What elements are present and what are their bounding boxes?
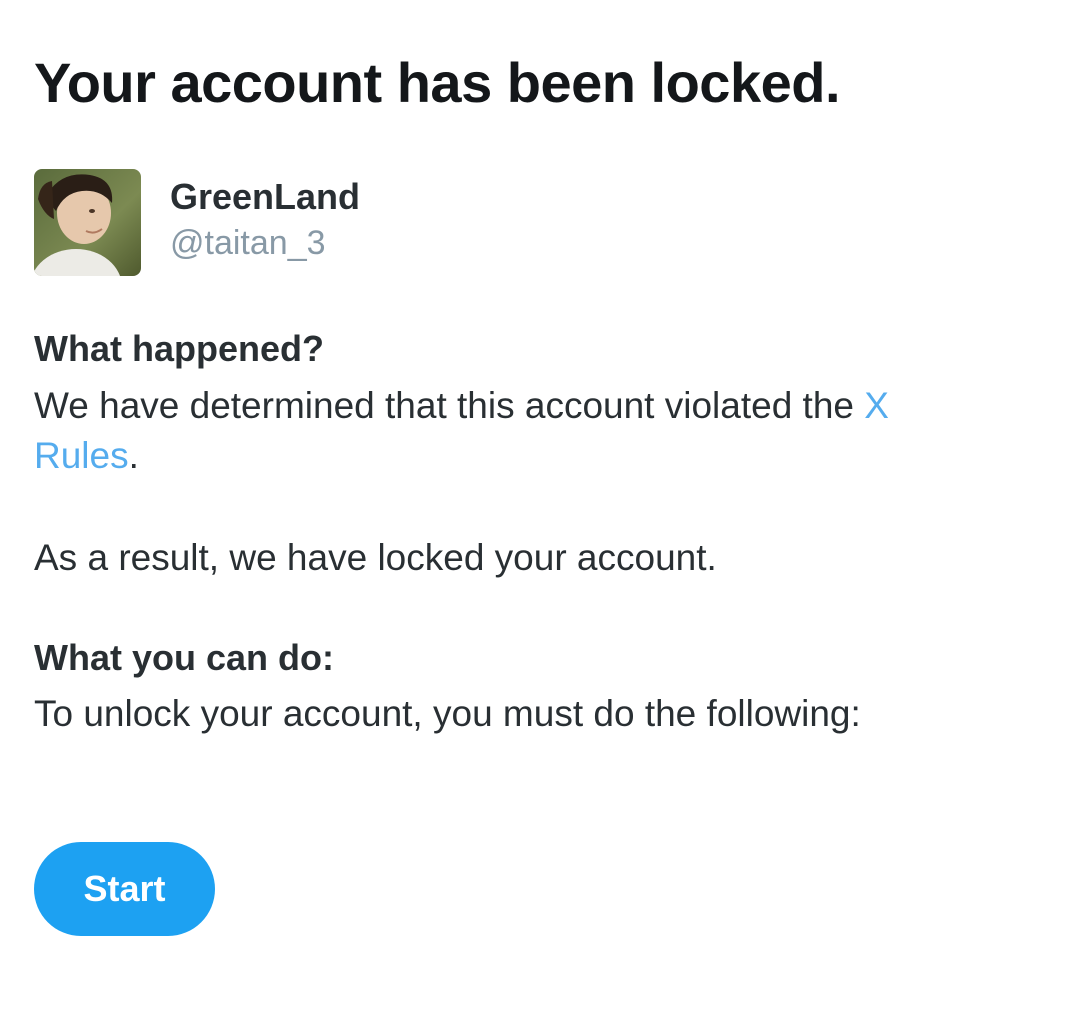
start-button[interactable]: Start	[34, 842, 215, 936]
unlock-instructions: To unlock your account, you must do the …	[34, 693, 861, 734]
profile-card: GreenLand @taitan_3	[34, 169, 360, 276]
violation-text-end: .	[128, 435, 139, 476]
username: @taitan_3	[170, 224, 326, 262]
violation-text-start: We have determined that this account vio…	[34, 385, 865, 426]
display-name: GreenLand	[170, 176, 361, 217]
what-you-can-do-heading: What you can do:	[34, 637, 334, 678]
user-avatar-photo-icon	[34, 169, 141, 276]
result-text: As a result, we have locked your account…	[34, 537, 717, 578]
what-happened-heading: What happened?	[34, 328, 324, 369]
violation-text: We have determined that this account vio…	[34, 381, 964, 481]
avatar	[34, 169, 141, 276]
profile-text: GreenLand @taitan_3	[170, 169, 360, 265]
page-title: Your account has been locked.	[34, 51, 841, 114]
